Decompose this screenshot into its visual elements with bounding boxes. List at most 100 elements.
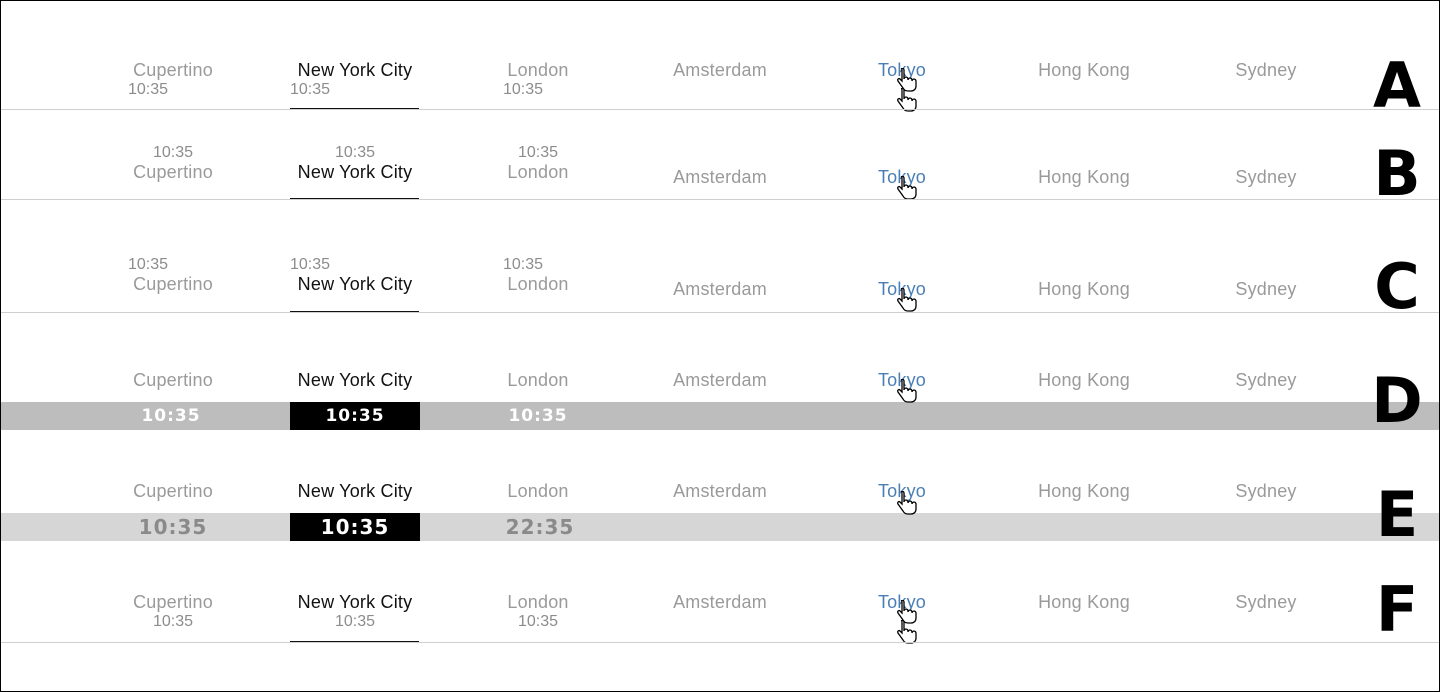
city-tab-cupertino[interactable]: Cupertino	[83, 370, 263, 391]
city-label: Amsterdam	[673, 481, 767, 501]
city-label: New York City	[297, 370, 413, 390]
city-label: New York City	[297, 162, 413, 182]
hand-pointer-icon	[897, 176, 917, 200]
city-tab-cupertino[interactable]: 10:35 Cupertino	[83, 256, 263, 295]
city-tab-hong-kong[interactable]: Hong Kong	[994, 279, 1174, 300]
city-label: Amsterdam	[673, 279, 767, 299]
time-band-cupertino: 10:35	[138, 515, 208, 539]
city-time: 10:35	[334, 613, 376, 630]
city-tab-london[interactable]: London 10:35	[448, 60, 628, 99]
city-time: 10:35	[152, 144, 194, 161]
city-tab-new-york-city[interactable]: 10:35 New York City	[265, 144, 445, 183]
city-label: Hong Kong	[1038, 167, 1130, 187]
city-time: 10:35	[152, 613, 194, 630]
city-label: Sydney	[1235, 370, 1297, 390]
city-label: London	[507, 60, 569, 80]
city-tab-amsterdam[interactable]: Amsterdam	[630, 279, 810, 300]
city-time: 10:35	[517, 613, 559, 630]
city-tab-amsterdam[interactable]: Amsterdam	[630, 167, 810, 188]
city-label: Hong Kong	[1038, 370, 1130, 390]
city-tab-london[interactable]: London	[448, 481, 628, 502]
city-tab-london[interactable]: 10:35 London	[448, 144, 628, 183]
time-band-new-york-city: 10:35	[290, 513, 420, 541]
city-tab-amsterdam[interactable]: Amsterdam	[630, 60, 810, 81]
city-label: Cupertino	[133, 481, 213, 501]
city-label: Amsterdam	[673, 592, 767, 612]
city-label: London	[507, 370, 569, 390]
time-band-new-york-city: 10:35	[290, 402, 420, 430]
city-tab-sydney[interactable]: Sydney	[1176, 60, 1356, 81]
city-label: Sydney	[1235, 60, 1297, 80]
city-label: Cupertino	[133, 60, 213, 80]
city-tab-sydney[interactable]: Sydney	[1176, 481, 1356, 502]
city-time: 10:35	[503, 81, 544, 98]
city-tab-hong-kong[interactable]: Hong Kong	[994, 592, 1174, 613]
city-label: New York City	[297, 481, 413, 501]
city-label: Hong Kong	[1038, 279, 1130, 299]
variant-c: 10:35 Cupertino 10:35 New York City 10:3…	[1, 200, 1439, 318]
time-band-cupertino: 10:35	[141, 406, 201, 426]
city-tab-sydney[interactable]: Sydney	[1176, 279, 1356, 300]
city-tab-sydney[interactable]: Sydney	[1176, 592, 1356, 613]
city-tab-new-york-city[interactable]: New York City 10:35	[265, 60, 445, 99]
city-tab-new-york-city[interactable]: New York City 10:35	[265, 592, 445, 631]
city-time: 10:35	[128, 256, 169, 273]
city-tab-new-york-city[interactable]: New York City	[265, 481, 445, 502]
city-tab-cupertino[interactable]: Cupertino 10:35	[83, 592, 263, 631]
city-label: London	[507, 162, 569, 182]
city-label: Hong Kong	[1038, 592, 1130, 612]
city-label: London	[507, 592, 569, 612]
city-tab-sydney[interactable]: Sydney	[1176, 167, 1356, 188]
variant-d: Cupertino New York City London Amsterdam…	[1, 313, 1439, 437]
variant-letter: E	[1375, 478, 1419, 551]
variant-b: 10:35 Cupertino 10:35 New York City 10:3…	[1, 110, 1439, 205]
city-tab-london[interactable]: London 10:35	[448, 592, 628, 631]
city-label: Hong Kong	[1038, 60, 1130, 80]
variant-letter: A	[1373, 49, 1421, 122]
city-label: London	[507, 481, 569, 501]
city-label: New York City	[297, 60, 413, 80]
variant-letter: B	[1373, 137, 1421, 210]
variant-letter: D	[1371, 364, 1423, 437]
city-tab-hong-kong[interactable]: Hong Kong	[994, 370, 1174, 391]
city-tab-new-york-city[interactable]: 10:35 New York City	[265, 256, 445, 295]
city-tab-london[interactable]: London	[448, 370, 628, 391]
city-label: Sydney	[1235, 481, 1297, 501]
city-tab-hong-kong[interactable]: Hong Kong	[994, 60, 1174, 81]
city-label: Cupertino	[133, 162, 213, 182]
city-label: Sydney	[1235, 167, 1297, 187]
city-label: Sydney	[1235, 592, 1297, 612]
city-tab-london[interactable]: 10:35 London	[448, 256, 628, 295]
hand-pointer-icon	[897, 491, 917, 515]
city-time: 10:35	[128, 81, 169, 98]
city-label: Amsterdam	[673, 370, 767, 390]
time-band-london: 10:35	[508, 406, 568, 426]
city-tab-cupertino[interactable]: Cupertino 10:35	[83, 60, 263, 99]
row-divider	[1, 642, 1439, 643]
city-tab-cupertino[interactable]: 10:35 Cupertino	[83, 144, 263, 183]
variant-letter: C	[1374, 250, 1420, 323]
city-tab-amsterdam[interactable]: Amsterdam	[630, 370, 810, 391]
variant-a: Cupertino 10:35 New York City 10:35 Lond…	[1, 0, 1439, 117]
city-tab-amsterdam[interactable]: Amsterdam	[630, 481, 810, 502]
city-tab-sydney[interactable]: Sydney	[1176, 370, 1356, 391]
hand-pointer-icon	[897, 620, 917, 644]
city-label: Amsterdam	[673, 60, 767, 80]
city-tab-new-york-city[interactable]: New York City	[265, 370, 445, 391]
city-time: 10:35	[290, 256, 331, 273]
hand-pointer-icon	[897, 288, 917, 312]
city-tab-amsterdam[interactable]: Amsterdam	[630, 592, 810, 613]
city-tab-cupertino[interactable]: Cupertino	[83, 481, 263, 502]
city-label: Cupertino	[133, 370, 213, 390]
city-tab-hong-kong[interactable]: Hong Kong	[994, 167, 1174, 188]
city-time: 10:35	[290, 81, 331, 98]
city-label: Sydney	[1235, 279, 1297, 299]
city-label: Amsterdam	[673, 167, 767, 187]
city-label: New York City	[297, 274, 413, 294]
city-time: 10:35	[517, 144, 559, 161]
city-tab-hong-kong[interactable]: Hong Kong	[994, 481, 1174, 502]
city-time: 10:35	[334, 144, 376, 161]
city-label: Cupertino	[133, 592, 213, 612]
variant-letter: F	[1375, 573, 1419, 646]
city-label: Hong Kong	[1038, 481, 1130, 501]
